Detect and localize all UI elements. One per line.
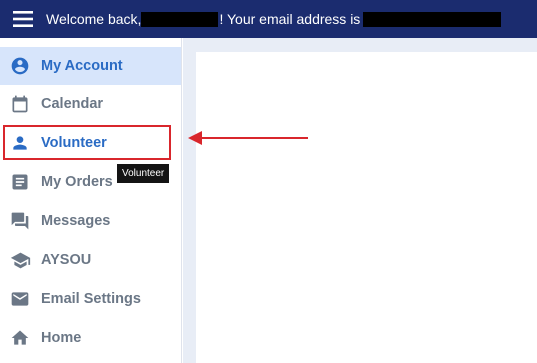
person-icon xyxy=(0,133,36,153)
hamburger-menu-icon xyxy=(13,11,33,27)
list-icon xyxy=(0,172,36,192)
messages-icon xyxy=(0,211,36,231)
tooltip: Volunteer xyxy=(117,164,170,183)
sidebar-item-calendar[interactable]: Calendar xyxy=(0,85,181,123)
sidebar-item-label: My Account xyxy=(41,58,123,74)
graduation-cap-icon xyxy=(0,250,36,271)
redacted-user-name xyxy=(141,11,219,27)
sidebar-item-my-account[interactable]: My Account xyxy=(0,47,181,85)
envelope-icon xyxy=(0,289,36,309)
calendar-icon xyxy=(0,94,36,114)
sidebar-item-label: My Orders xyxy=(41,174,113,190)
account-circle-icon xyxy=(0,56,36,76)
sidebar-item-label: AYSOU xyxy=(41,252,92,268)
content-panel xyxy=(196,52,537,363)
redacted-email-address xyxy=(363,11,502,27)
welcome-prefix: Welcome back, xyxy=(46,11,142,27)
home-icon xyxy=(0,328,36,348)
top-bar: Welcome back, ! Your email address is xyxy=(0,0,537,38)
sidebar-item-messages[interactable]: Messages xyxy=(0,202,181,240)
sidebar-item-email-settings[interactable]: Email Settings xyxy=(0,280,181,318)
sidebar-item-label: Volunteer xyxy=(41,135,107,151)
sidebar-item-label: Home xyxy=(41,330,82,346)
sidebar-item-volunteer[interactable]: Volunteer xyxy=(0,124,181,162)
sidebar-item-label: Messages xyxy=(41,213,111,229)
sidebar-nav: My Account Calendar Volunteer My Orders … xyxy=(0,38,182,363)
tooltip-text: Volunteer xyxy=(122,168,165,179)
sidebar-item-label: Calendar xyxy=(41,96,104,112)
sidebar-item-aysou[interactable]: AYSOU xyxy=(0,241,181,279)
welcome-message: Welcome back, ! Your email address is xyxy=(46,11,502,27)
sidebar-item-label: Email Settings xyxy=(41,291,141,307)
hamburger-menu-button[interactable] xyxy=(0,0,46,38)
annotation-arrow xyxy=(188,131,308,145)
sidebar-item-home[interactable]: Home xyxy=(0,319,181,357)
email-prefix: ! Your email address is xyxy=(219,11,361,27)
